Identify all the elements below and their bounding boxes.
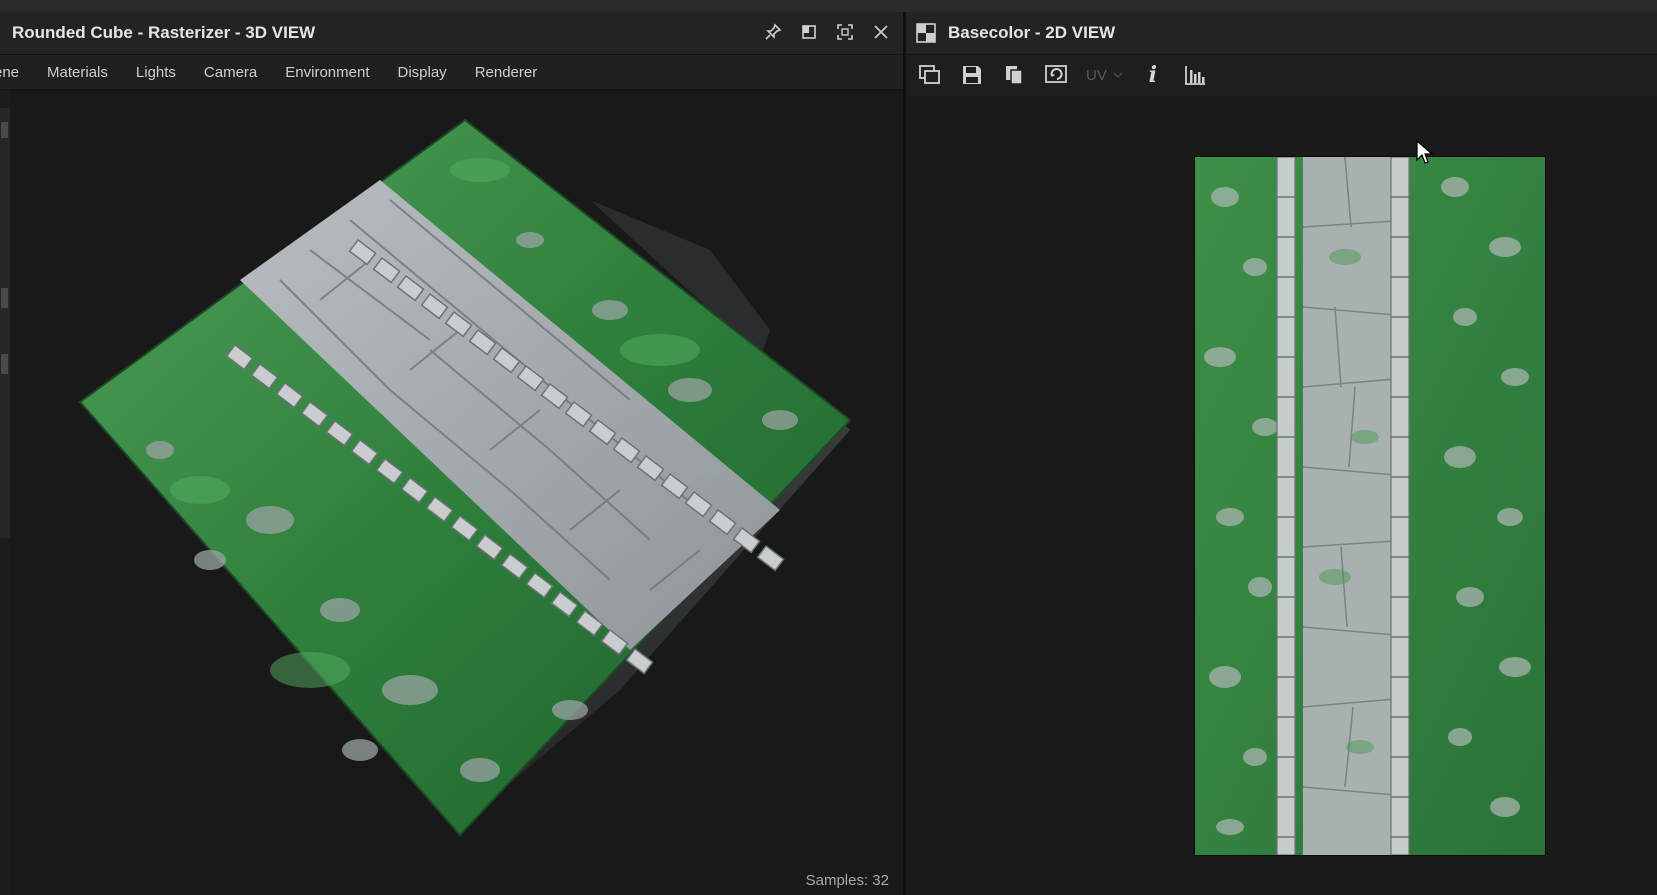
menu-scene[interactable]: ene: [0, 64, 33, 81]
panel-2d-view: Basecolor - 2D VIEW UV i: [906, 12, 1657, 895]
refresh-icon[interactable]: [1040, 59, 1072, 91]
histogram-icon[interactable]: [1179, 59, 1211, 91]
panel-2d-toolbar: UV i: [906, 55, 1657, 95]
copy-icon[interactable]: [998, 59, 1030, 91]
panel-3d-menubar: ene Materials Lights Camera Environment …: [0, 55, 903, 90]
uv-label: UV: [1086, 66, 1107, 84]
panel-3d-titlebar: Rounded Cube - Rasterizer - 3D VIEW: [0, 12, 903, 55]
chevron-down-icon: [1113, 72, 1123, 79]
pin-icon[interactable]: [763, 22, 783, 42]
save-icon[interactable]: [956, 59, 988, 91]
left-toolstrip[interactable]: [0, 108, 10, 538]
dock-icon[interactable]: [799, 22, 819, 42]
panel-3d-title-icons: [763, 22, 891, 42]
viewport-2d[interactable]: [906, 96, 1657, 895]
checker-icon: [916, 23, 936, 43]
basecolor-texture[interactable]: [1194, 156, 1546, 856]
viewport-3d[interactable]: Samples: 32: [10, 90, 903, 895]
mouse-cursor-icon: [1416, 140, 1434, 164]
rounded-cube-render[interactable]: [10, 90, 903, 895]
menu-environment[interactable]: Environment: [271, 64, 383, 81]
basecolor-texture-image: [1195, 157, 1545, 855]
menu-materials[interactable]: Materials: [33, 64, 122, 81]
panel-2d-title: Basecolor - 2D VIEW: [948, 23, 1116, 42]
menu-renderer[interactable]: Renderer: [461, 64, 552, 81]
panel-2d-titlebar: Basecolor - 2D VIEW: [906, 12, 1657, 55]
samples-counter: Samples: 32: [805, 872, 889, 889]
maximize-icon[interactable]: [835, 22, 855, 42]
panel-3d-view: Rounded Cube - Rasterizer - 3D VIEW ene …: [0, 12, 903, 895]
toolstrip-marker[interactable]: [1, 122, 8, 138]
menu-camera[interactable]: Camera: [190, 64, 271, 81]
menu-lights[interactable]: Lights: [122, 64, 190, 81]
toolstrip-marker[interactable]: [1, 288, 8, 308]
uv-dropdown[interactable]: UV: [1082, 67, 1127, 84]
toolstrip-marker[interactable]: [1, 354, 8, 374]
info-icon[interactable]: i: [1137, 59, 1169, 91]
close-icon[interactable]: [871, 22, 891, 42]
menu-display[interactable]: Display: [384, 64, 461, 81]
panel-3d-title: Rounded Cube - Rasterizer - 3D VIEW: [12, 23, 316, 42]
export-icon[interactable]: [914, 59, 946, 91]
